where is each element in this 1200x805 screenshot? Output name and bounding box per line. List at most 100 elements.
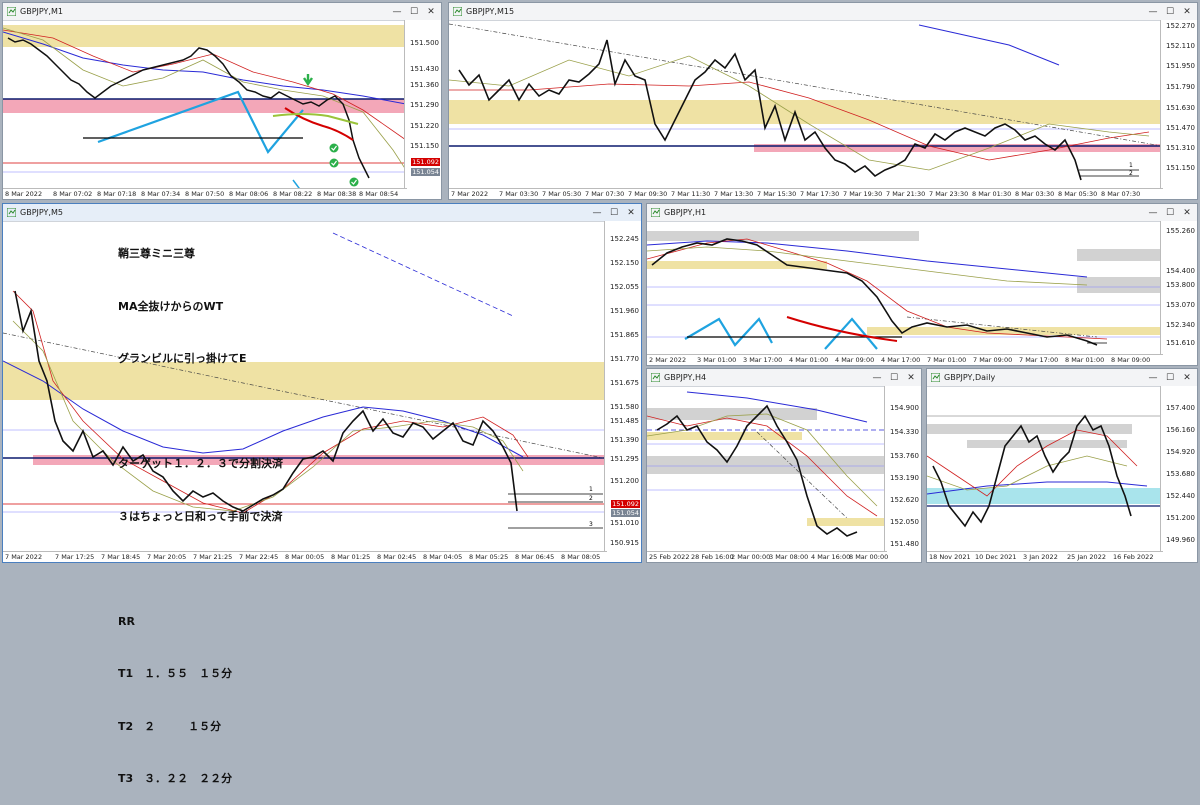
price-label: 152.270 xyxy=(1166,22,1195,30)
price-label: 151.150 xyxy=(410,142,439,150)
note-line: T3 ３．２２ ２２分 xyxy=(118,772,233,785)
maximize-button[interactable]: ☐ xyxy=(1163,372,1177,384)
maximize-button[interactable]: ☐ xyxy=(407,6,421,18)
minimize-button[interactable]: — xyxy=(1146,6,1160,18)
price-axis: 152.270 152.110 151.950 151.790 151.630 … xyxy=(1160,20,1197,199)
minimize-button[interactable]: — xyxy=(1146,372,1160,384)
price-label: 151.960 xyxy=(610,307,639,315)
price-label: 151.480 xyxy=(890,540,919,548)
chart-window-h4[interactable]: GBPJPY,H4 — ☐ ✕ 154.900 154.330 153.760 … xyxy=(646,368,922,563)
target-mark: 3 xyxy=(589,521,593,528)
price-chart[interactable] xyxy=(647,386,886,552)
titlebar[interactable]: GBPJPY,M15 — ☐ ✕ xyxy=(449,3,1197,21)
close-button[interactable]: ✕ xyxy=(1180,372,1194,384)
chart-app-icon xyxy=(931,373,940,382)
price-label: 151.310 xyxy=(1166,144,1195,152)
price-label: 151.390 xyxy=(610,436,639,444)
chart-window-m5[interactable]: GBPJPY,M5 — ☐ ✕ 1 2 3 152.245 152.150 15… xyxy=(2,203,642,563)
titlebar[interactable]: GBPJPY,Daily — ☐ ✕ xyxy=(927,369,1197,387)
price-label: 154.400 xyxy=(1166,267,1195,275)
minimize-button[interactable]: — xyxy=(1146,207,1160,219)
window-title: GBPJPY,H4 xyxy=(664,373,707,382)
time-label: 7 Mar 01:00 xyxy=(927,356,967,364)
time-label: 8 Mar 01:00 xyxy=(1065,356,1105,364)
time-label: 7 Mar 09:00 xyxy=(973,356,1013,364)
price-axis: 151.500 151.430 151.360 151.290 151.220 … xyxy=(404,20,441,199)
titlebar[interactable]: GBPJPY,H4 — ☐ ✕ xyxy=(647,369,921,387)
price-chart[interactable] xyxy=(647,221,1162,355)
time-label: 4 Mar 17:00 xyxy=(881,356,921,364)
price-chart[interactable] xyxy=(3,20,406,190)
target-mark: 2 xyxy=(1129,170,1133,177)
price-label: 152.440 xyxy=(1166,492,1195,500)
time-label: 8 Mar 09:00 xyxy=(1111,356,1151,364)
time-label: 7 Mar 21:30 xyxy=(886,190,926,198)
chart-window-m15[interactable]: GBPJPY,M15 — ☐ ✕ 1 2 152.270 152.110 151… xyxy=(448,2,1198,200)
time-label: 3 Jan 2022 xyxy=(1023,553,1058,561)
maximize-button[interactable]: ☐ xyxy=(607,207,621,219)
price-label: 154.920 xyxy=(1166,448,1195,456)
chart-app-icon xyxy=(651,373,660,382)
time-label: 8 Mar 07:34 xyxy=(141,190,181,198)
minimize-button[interactable]: — xyxy=(870,372,884,384)
close-button[interactable]: ✕ xyxy=(1180,6,1194,18)
price-label: 151.010 xyxy=(610,519,639,527)
close-button[interactable]: ✕ xyxy=(424,6,438,18)
window-title: GBPJPY,Daily xyxy=(944,373,996,382)
close-button[interactable]: ✕ xyxy=(1180,207,1194,219)
price-axis: 152.245 152.150 152.055 151.960 151.865 … xyxy=(604,221,641,562)
chart-window-m1[interactable]: GBPJPY,M1 — ☐ ✕ 151.500 151.430 151.360 … xyxy=(2,2,442,200)
titlebar[interactable]: GBPJPY,M5 — ☐ ✕ xyxy=(3,204,641,222)
price-axis: 157.400 156.160 154.920 153.680 152.440 … xyxy=(1160,386,1197,562)
time-label: 7 Mar 23:30 xyxy=(929,190,969,198)
close-button[interactable]: ✕ xyxy=(904,372,918,384)
chart-window-h1[interactable]: GBPJPY,H1 — ☐ ✕ 155.260 154.400 153.800 … xyxy=(646,203,1198,366)
time-label: 10 Dec 2021 xyxy=(975,553,1017,561)
time-label: 7 Mar 05:30 xyxy=(542,190,582,198)
time-axis: 18 Nov 2021 10 Dec 2021 3 Jan 2022 25 Ja… xyxy=(927,551,1163,562)
close-button[interactable]: ✕ xyxy=(624,207,638,219)
time-label: 8 Mar 07:50 xyxy=(185,190,225,198)
time-label: 8 Mar 08:54 xyxy=(359,190,399,198)
titlebar[interactable]: GBPJPY,H1 — ☐ ✕ xyxy=(647,204,1197,222)
price-label: 152.110 xyxy=(1166,42,1195,50)
maximize-button[interactable]: ☐ xyxy=(1163,6,1177,18)
note-line: T1 １．５５ １５分 xyxy=(118,667,233,680)
chart-window-daily[interactable]: GBPJPY,Daily — ☐ ✕ 157.400 156.160 154.9… xyxy=(926,368,1198,563)
time-label: 8 Mar 00:05 xyxy=(285,553,325,561)
price-label: 152.150 xyxy=(610,259,639,267)
price-chart[interactable]: 1 2 xyxy=(449,20,1162,190)
time-axis: 2 Mar 2022 3 Mar 01:00 3 Mar 17:00 4 Mar… xyxy=(647,354,1163,365)
price-label: 153.760 xyxy=(890,452,919,460)
time-label: 7 Mar 03:30 xyxy=(499,190,539,198)
price-label: 151.220 xyxy=(410,122,439,130)
time-label: 7 Mar 07:30 xyxy=(585,190,625,198)
price-label: 151.150 xyxy=(1166,164,1195,172)
minimize-button[interactable]: — xyxy=(390,6,404,18)
time-label: 7 Mar 15:30 xyxy=(757,190,797,198)
note-line xyxy=(118,403,283,421)
price-label: 153.190 xyxy=(890,474,919,482)
price-label: 152.050 xyxy=(890,518,919,526)
price-chart[interactable]: 1 2 3 xyxy=(3,221,606,551)
titlebar[interactable]: GBPJPY,M1 — ☐ ✕ xyxy=(3,3,441,21)
maximize-button[interactable]: ☐ xyxy=(1163,207,1177,219)
time-label: 4 Mar 09:00 xyxy=(835,356,875,364)
window-title: GBPJPY,M5 xyxy=(20,208,63,217)
bid-price-tag: 151.092 xyxy=(611,500,640,508)
time-label: 7 Mar 17:30 xyxy=(800,190,840,198)
price-label: 151.950 xyxy=(1166,62,1195,70)
chart-app-icon xyxy=(7,7,16,16)
time-label: 8 Mar 03:30 xyxy=(1015,190,1055,198)
price-chart[interactable] xyxy=(927,386,1162,552)
price-label: 151.200 xyxy=(610,477,639,485)
price-label: 156.160 xyxy=(1166,426,1195,434)
minimize-button[interactable]: — xyxy=(590,207,604,219)
price-label: 151.630 xyxy=(1166,104,1195,112)
window-title: GBPJPY,M1 xyxy=(20,7,63,16)
time-label: 8 Mar 05:30 xyxy=(1058,190,1098,198)
time-label: 25 Jan 2022 xyxy=(1067,553,1106,561)
time-label: 28 Feb 16:00 xyxy=(691,553,734,561)
time-label: 7 Mar 11:30 xyxy=(671,190,711,198)
maximize-button[interactable]: ☐ xyxy=(887,372,901,384)
